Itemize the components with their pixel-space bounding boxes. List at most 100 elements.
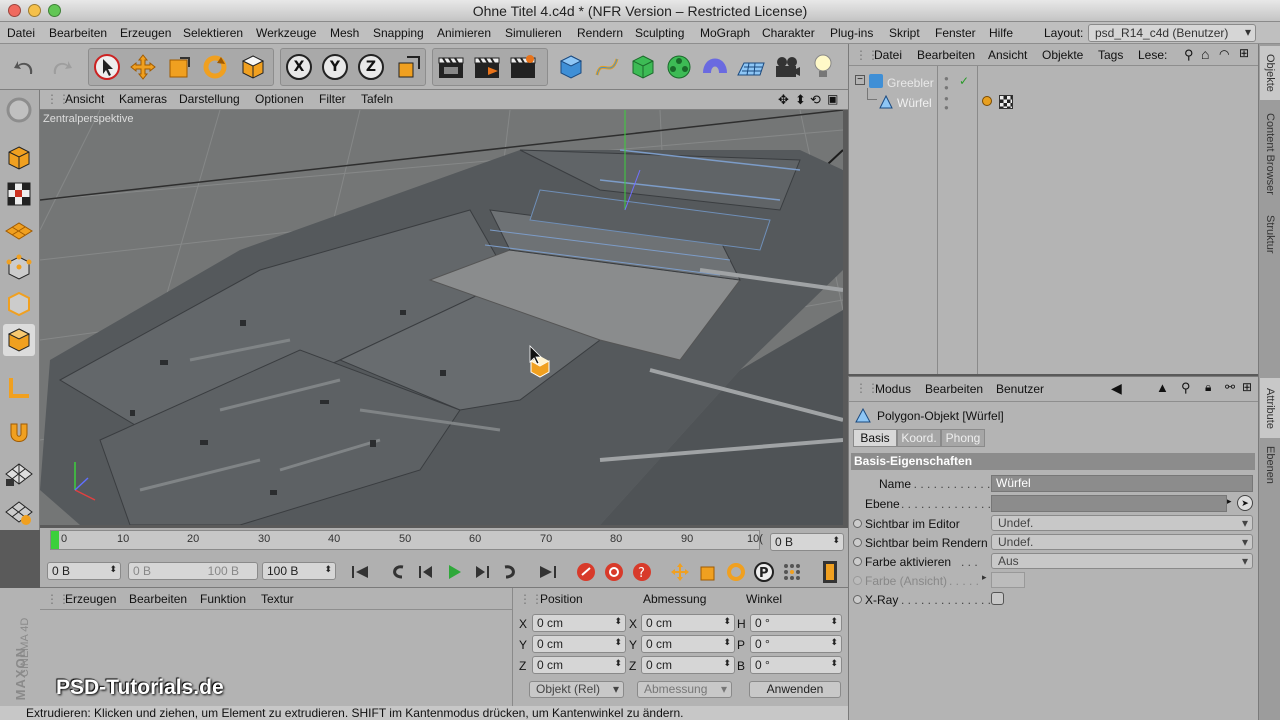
object-row-greebler[interactable]: − Greebler ● ● ✓ — [849, 74, 1259, 92]
generator-button[interactable] — [626, 50, 660, 84]
move-tool-button[interactable] — [126, 50, 160, 84]
material-menu-textur[interactable]: Textur — [261, 592, 294, 606]
viewport-menu-darstellung[interactable]: Darstellung — [179, 92, 240, 106]
axis-mode-button[interactable] — [3, 372, 35, 404]
make-editable-button[interactable] — [3, 94, 35, 126]
playhead[interactable] — [51, 531, 59, 549]
viewport-menu-filter[interactable]: Filter — [319, 92, 346, 106]
size-y-field[interactable]: 0 cm ⬍ — [641, 635, 735, 653]
angle-p-field[interactable]: 0 ° ⬍ — [750, 635, 842, 653]
size-z-field[interactable]: 0 cm ⬍ — [641, 656, 735, 674]
animate-radio[interactable] — [853, 557, 862, 566]
angle-b-field[interactable]: 0 ° ⬍ — [750, 656, 842, 674]
menu-rendern[interactable]: Rendern — [577, 26, 623, 40]
object-name[interactable]: Würfel — [897, 96, 932, 110]
back-arrow-icon[interactable]: ◀ — [1111, 380, 1122, 397]
enabled-check-icon[interactable]: ✓ — [959, 74, 969, 88]
record-keys-button[interactable] — [574, 560, 598, 584]
coordinate-system-button[interactable] — [390, 50, 424, 84]
viewport-menu-tafeln[interactable]: Tafeln — [361, 92, 393, 106]
lock-icon[interactable]: 🔒︎ — [1205, 380, 1211, 395]
locked-workplane-button[interactable] — [3, 458, 35, 490]
tab-content-browser[interactable]: Content Browser — [1260, 104, 1280, 204]
search-icon[interactable]: ⚲ — [1184, 47, 1194, 63]
edges-mode-button[interactable] — [3, 288, 35, 320]
key-rotation-button[interactable] — [724, 560, 748, 584]
goto-end-button[interactable] — [536, 560, 560, 584]
layer-field[interactable] — [991, 495, 1227, 512]
y-axis-lock-button[interactable]: Y — [318, 50, 352, 84]
menu-plugins[interactable]: Plug-ins — [830, 26, 873, 40]
expand-arrow-icon[interactable]: ▸ — [982, 572, 987, 583]
menu-skript[interactable]: Skript — [889, 26, 920, 40]
animate-radio[interactable] — [853, 538, 862, 547]
attr-menu-bearbeiten[interactable]: Bearbeiten — [925, 382, 983, 396]
object-menu-tags[interactable]: Tags — [1098, 48, 1123, 62]
prev-key-button[interactable] — [386, 560, 410, 584]
menu-sculpting[interactable]: Sculpting — [635, 26, 684, 40]
object-row-wuerfel[interactable]: Würfel ● ● — [849, 88, 1259, 112]
menu-bearbeiten[interactable]: Bearbeiten — [49, 26, 107, 40]
search-icon[interactable]: ⚲ — [1181, 380, 1191, 396]
object-menu-bearbeiten[interactable]: Bearbeiten — [917, 48, 975, 62]
size-mode-select[interactable]: Abmessung ▾ — [637, 681, 732, 698]
attr-menu-benutzer[interactable]: Benutzer — [996, 382, 1044, 396]
phong-tag-icon[interactable] — [982, 96, 992, 106]
cube-object-button[interactable] — [554, 50, 588, 84]
environment-button[interactable] — [734, 50, 768, 84]
menu-charakter[interactable]: Charakter — [762, 26, 815, 40]
home-icon[interactable]: ⌂ — [1201, 46, 1209, 62]
menu-animieren[interactable]: Animieren — [437, 26, 491, 40]
snapping-button[interactable] — [3, 416, 35, 448]
viewport-maximize-icon[interactable]: ▣ — [827, 92, 838, 106]
size-x-field[interactable]: 0 cm ⬍ — [641, 614, 735, 632]
menu-mesh[interactable]: Mesh — [330, 26, 359, 40]
play-button[interactable] — [442, 560, 466, 584]
layer-arrow-icon[interactable]: ▸ — [1227, 496, 1232, 507]
menu-snapping[interactable]: Snapping — [373, 26, 424, 40]
position-x-field[interactable]: 0 cm ⬍ — [532, 614, 626, 632]
frame-ruler[interactable]: 0 10 20 30 40 50 60 70 80 90 10( — [50, 530, 763, 550]
layout-select[interactable]: psd_R14_c4d (Benutzer) ▾ — [1088, 24, 1256, 42]
live-selection-button[interactable] — [90, 50, 124, 84]
redo-button[interactable] — [44, 50, 78, 84]
animate-radio[interactable] — [853, 519, 862, 528]
visibility-dots-icon[interactable]: ● ● — [944, 74, 949, 92]
display-color-swatch[interactable] — [991, 572, 1025, 588]
key-scale-button[interactable] — [696, 560, 720, 584]
menu-mograph[interactable]: MoGraph — [700, 26, 750, 40]
render-view-button[interactable] — [434, 50, 468, 84]
key-parameter-button[interactable]: P — [752, 560, 776, 584]
position-z-field[interactable]: 0 cm ⬍ — [532, 656, 626, 674]
object-menu-datei[interactable]: Datei — [874, 48, 902, 62]
new-window-icon[interactable]: ⊞ — [1239, 46, 1249, 60]
next-key-button[interactable] — [498, 560, 522, 584]
auto-key-button[interactable] — [602, 560, 626, 584]
render-settings-button[interactable] — [506, 50, 540, 84]
3d-viewport[interactable]: Zentralperspektive — [40, 110, 843, 525]
timeline-window-button[interactable] — [818, 560, 842, 584]
key-point-level-button[interactable] — [780, 560, 804, 584]
object-menu-lesezeichen[interactable]: Lese: — [1138, 48, 1167, 62]
eye-icon[interactable]: ◠ — [1219, 47, 1229, 61]
undo-button[interactable] — [8, 50, 42, 84]
layer-picker-icon[interactable]: ➤ — [1237, 495, 1253, 511]
tab-ebenen[interactable]: Ebenen — [1260, 442, 1280, 488]
viewport-rotate-icon[interactable]: ⟲ — [810, 92, 821, 108]
object-menu-objekte[interactable]: Objekte — [1042, 48, 1083, 62]
animate-radio[interactable] — [853, 576, 862, 585]
viewport-menu-optionen[interactable]: Optionen — [255, 92, 304, 106]
viewport-zoom-icon[interactable]: ⬍ — [795, 92, 806, 108]
tab-phong[interactable]: Phong — [941, 429, 985, 447]
link-icon[interactable]: ⚯ — [1225, 380, 1235, 394]
texture-tag-icon[interactable] — [999, 95, 1013, 109]
prev-frame-button[interactable] — [414, 560, 438, 584]
angle-h-field[interactable]: 0 ° ⬍ — [750, 614, 842, 632]
rotate-tool-button[interactable] — [198, 50, 232, 84]
timeline-ruler[interactable]: 0 10 20 30 40 50 60 70 80 90 10( 0 B ⬍ — [40, 528, 848, 556]
viewport-menu-ansicht[interactable]: Ansicht — [65, 92, 104, 106]
xray-checkbox[interactable] — [991, 592, 1004, 605]
animate-radio[interactable] — [853, 595, 862, 604]
next-frame-button[interactable] — [470, 560, 494, 584]
menu-fenster[interactable]: Fenster — [935, 26, 976, 40]
